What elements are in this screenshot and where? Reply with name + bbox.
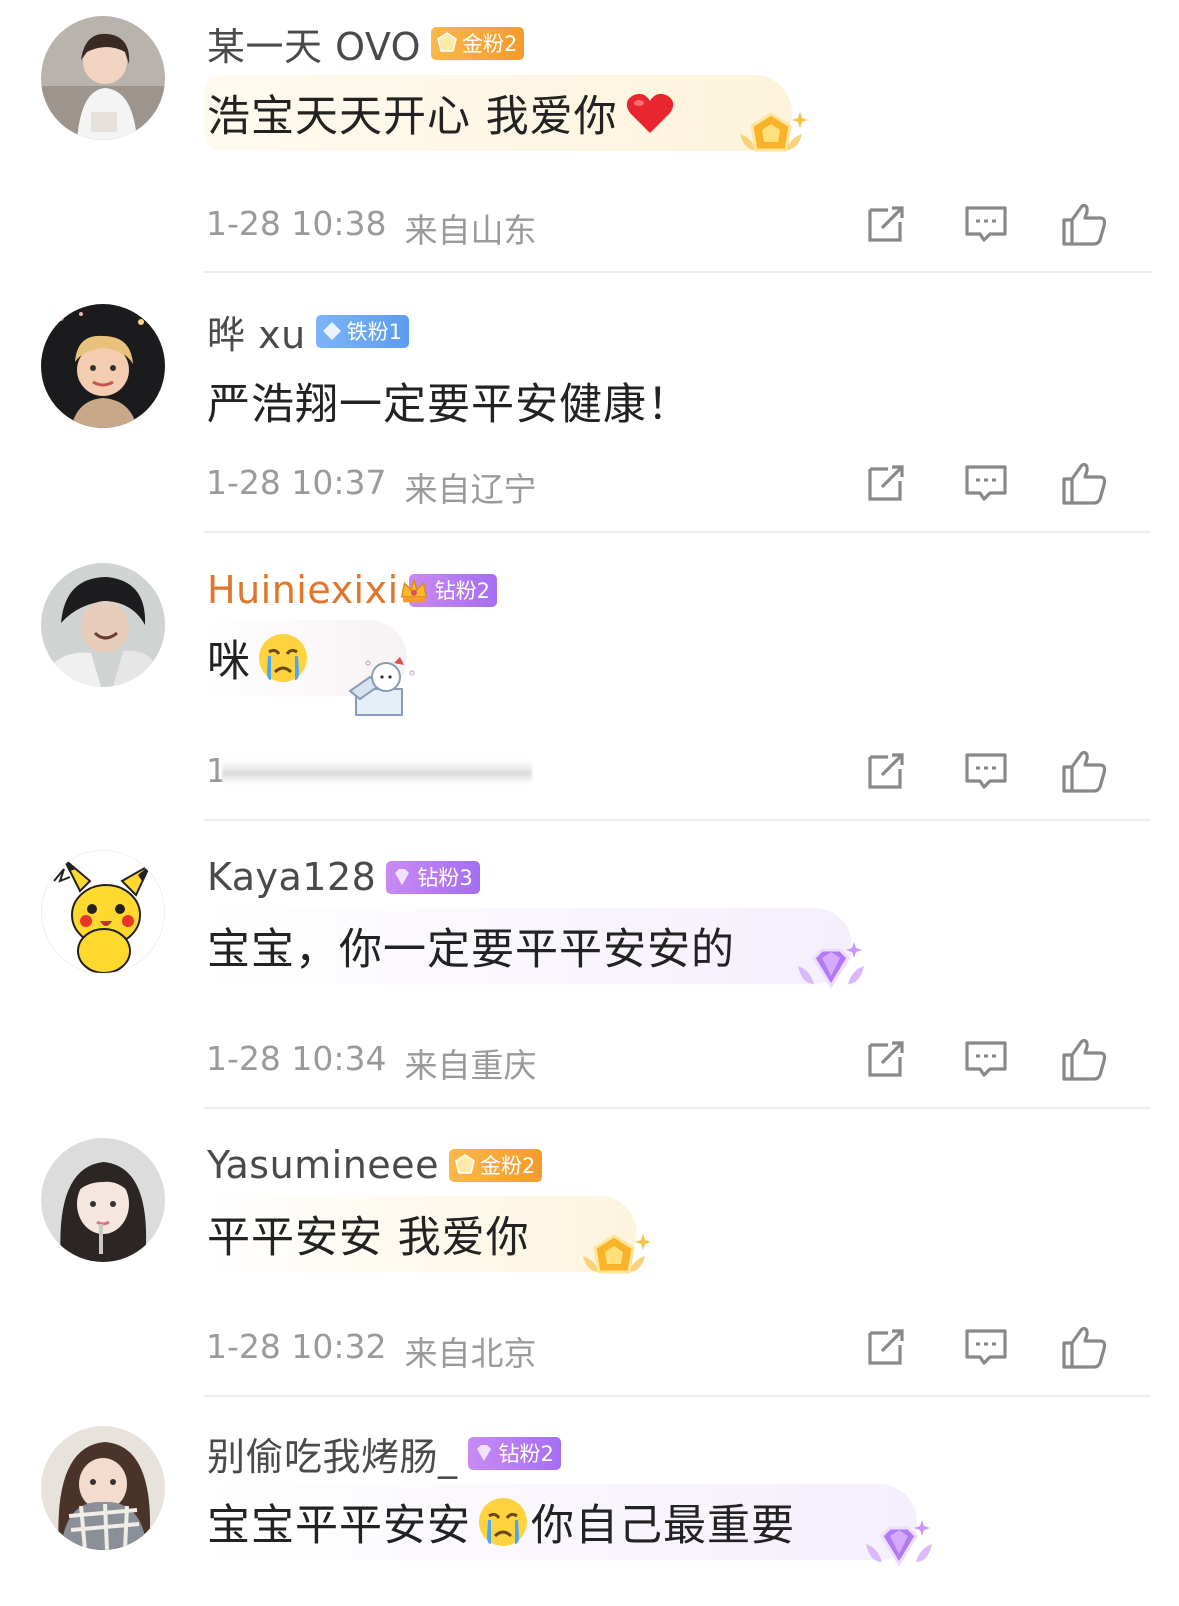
comment-date: 1-28 10:38 [206, 204, 387, 243]
comment-date: 1-28 10:37 [206, 463, 387, 502]
purple-diamond-wings-icon [798, 942, 864, 989]
crying-face-icon [259, 634, 307, 682]
username[interactable]: 某一天 OVO [207, 16, 421, 71]
comment-icon[interactable] [962, 200, 1010, 248]
repost-icon[interactable] [862, 1035, 910, 1083]
comment-bubble[interactable]: 宝宝平平安安 你自己最重要 [204, 1484, 917, 1560]
gold-badge-icon [437, 32, 457, 52]
purple-diamond-wings-icon [866, 1520, 932, 1567]
comment-meta: 1-28 10:34 来自重庆 [206, 1039, 537, 1087]
fan-badge[interactable]: 金粉2 [448, 1148, 543, 1182]
thumbs-up-icon[interactable] [1060, 1323, 1108, 1371]
repost-icon[interactable] [862, 1323, 910, 1371]
diamond-badge-icon [395, 869, 410, 885]
name-row: 别偷吃我烤肠_ 钻粉2 [207, 1426, 561, 1481]
fan-badge[interactable]: 钻粉2 [467, 1436, 561, 1470]
badge-label: 铁粉1 [346, 320, 403, 344]
comment-bubble[interactable]: 平平安安 我爱你 [204, 1196, 637, 1272]
avatar[interactable] [41, 304, 165, 428]
comment-location: 来自辽宁 [404, 470, 537, 509]
avatar[interactable] [41, 16, 165, 140]
divider [204, 1107, 1151, 1109]
name-row: Yasumineee 金粉2 [207, 1140, 543, 1190]
comment-feed: 某一天 OVO 金粉2 浩宝天天开心 我爱你 1-28 10:38 来自山东 晔… [0, 0, 1179, 1606]
comment-text: 宝宝平平安安 你自己最重要 [207, 1491, 795, 1553]
comment-icon[interactable] [962, 747, 1010, 795]
divider [204, 819, 1151, 821]
comment-text-content: 浩宝天天开心 我爱你 [207, 92, 618, 142]
comment-bubble[interactable]: 宝宝，你一定要平平安安的 [204, 908, 852, 984]
name-row: Huiniexixi 钻粉2 [207, 565, 498, 615]
comment-meta: 1-28 10:37 来自辽宁 [206, 463, 537, 511]
comment-text-content: 咪 [207, 637, 251, 687]
comment-text: 咪 [207, 627, 311, 689]
name-row: Kaya128 钻粉3 [207, 852, 480, 902]
comment-text-content: 你自己最重要 [531, 1501, 795, 1551]
username[interactable]: Yasumineee [207, 1143, 439, 1187]
badge-label: 钻粉2 [498, 1442, 554, 1466]
comment-actions [860, 1323, 1110, 1373]
crown-badge-icon [400, 578, 427, 603]
red-heart-icon [626, 93, 673, 133]
comment-icon[interactable] [962, 1035, 1010, 1083]
divider [204, 531, 1151, 533]
crying-face-icon [479, 1498, 527, 1546]
gold-badge-icon [455, 1154, 475, 1174]
name-row: 晔 xu 铁粉1 [207, 304, 410, 359]
fan-badge[interactable]: 钻粉2 [400, 573, 498, 607]
fan-badge[interactable]: 铁粉1 [315, 314, 410, 348]
repost-icon[interactable] [862, 747, 910, 795]
avatar[interactable] [41, 1426, 165, 1550]
avatar[interactable] [41, 1138, 165, 1262]
gold-badge-wings-icon [740, 112, 808, 152]
comment-bubble[interactable]: 严浩翔一定要平安健康！ [204, 363, 727, 439]
comment-icon[interactable] [962, 1323, 1010, 1371]
username[interactable]: Huiniexixi [207, 568, 399, 612]
badge-label: 金粉2 [462, 32, 518, 56]
fan-badge[interactable]: 金粉2 [431, 26, 525, 60]
name-row: 某一天 OVO 金粉2 [207, 16, 525, 71]
repost-icon[interactable] [862, 459, 910, 507]
comment-icon[interactable] [962, 459, 1010, 507]
obscured-meta [222, 759, 532, 785]
gold-badge-wings-icon [583, 1234, 651, 1274]
diamond-badge-icon [322, 322, 341, 340]
thumbs-up-icon[interactable] [1060, 459, 1108, 507]
comment-location: 来自山东 [404, 211, 537, 250]
badge-label: 金粉2 [479, 1154, 536, 1178]
comment-date: 1-28 10:32 [206, 1327, 387, 1366]
comment-actions [860, 459, 1110, 509]
comment-text: 宝宝，你一定要平平安安的 [207, 925, 735, 975]
comment-actions [860, 747, 1110, 797]
comment-date: 1-28 10:34 [206, 1039, 387, 1078]
comment-bubble[interactable]: 浩宝天天开心 我爱你 [204, 75, 792, 151]
badge-label: 钻粉3 [417, 866, 473, 890]
comment-text: 平平安安 我爱你 [207, 1213, 530, 1263]
comment-location: 来自重庆 [404, 1046, 537, 1085]
comment-text: 严浩翔一定要平安健康！ [207, 380, 691, 430]
comment-text-content: 宝宝平平安安 [207, 1501, 471, 1551]
username[interactable]: Kaya128 [207, 855, 376, 899]
divider [204, 1395, 1151, 1397]
username[interactable]: 别偷吃我烤肠_ [207, 1426, 458, 1481]
username[interactable]: 晔 xu [207, 304, 306, 359]
comment-actions [860, 200, 1110, 250]
comment-meta: 1-28 10:38 来自山东 [206, 204, 537, 252]
badge-label: 钻粉2 [434, 579, 491, 603]
comment-text: 浩宝天天开心 我爱你 [207, 82, 678, 144]
comment-location: 来自北京 [404, 1334, 537, 1373]
avatar[interactable] [41, 850, 165, 974]
comment-meta: 1-28 10:32 来自北京 [206, 1327, 537, 1375]
fan-badge[interactable]: 钻粉3 [386, 860, 480, 894]
thumbs-up-icon[interactable] [1060, 747, 1108, 795]
thumbs-up-icon[interactable] [1060, 1035, 1108, 1083]
avatar[interactable] [41, 563, 165, 687]
diamond-badge-icon [476, 1445, 491, 1461]
kitty-gift-box-icon [348, 657, 415, 716]
divider [204, 271, 1151, 273]
thumbs-up-icon[interactable] [1060, 200, 1108, 248]
repost-icon[interactable] [862, 200, 910, 248]
comment-actions [860, 1035, 1110, 1085]
